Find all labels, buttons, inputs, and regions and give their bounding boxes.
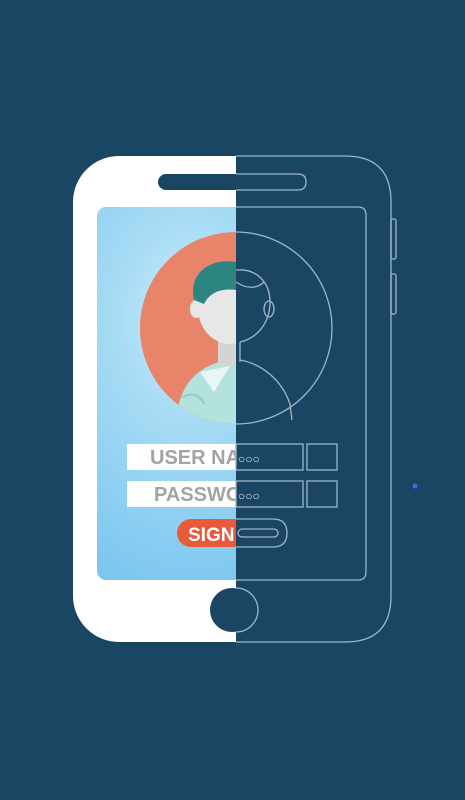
sign-in-label: SIGN (188, 525, 234, 546)
login-illustration: USER NA PASSWO SIGN ○○○ ○○○ (0, 0, 465, 800)
password-label: PASSWO (154, 484, 241, 506)
username-label: USER NA (150, 447, 240, 469)
phone-illustration: USER NA PASSWO SIGN ○○○ ○○○ (0, 0, 465, 800)
accent-dot (412, 483, 418, 489)
username-mask: ○○○ (238, 452, 260, 466)
password-mask: ○○○ (238, 489, 260, 503)
